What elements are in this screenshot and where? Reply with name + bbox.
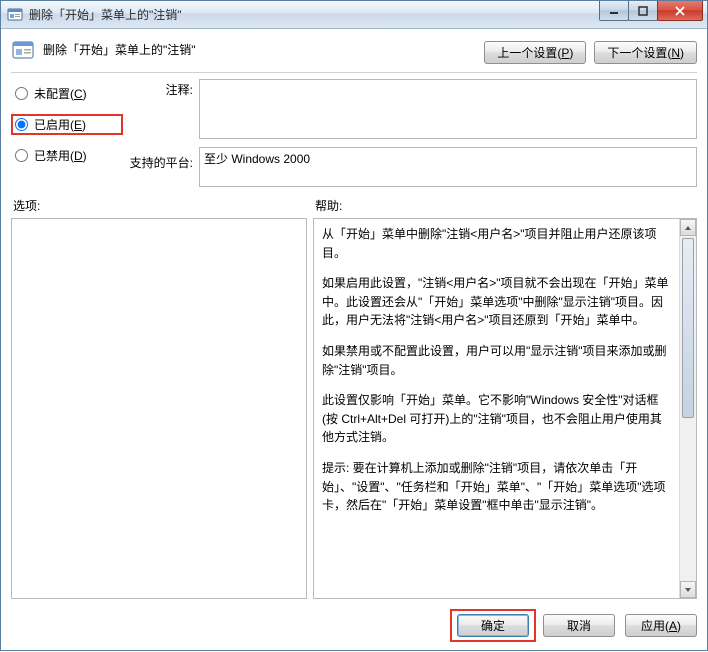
radio-not-configured[interactable]: 未配置(C) bbox=[11, 83, 123, 104]
radio-enabled-input[interactable] bbox=[15, 118, 28, 131]
next-setting-button[interactable]: 下一个设置(N) bbox=[594, 41, 697, 64]
footer: 确定 取消 应用(A) bbox=[11, 599, 697, 642]
help-paragraph: 此设置仅影响「开始」菜单。它不影响"Windows 安全性"对话框(按 Ctrl… bbox=[322, 391, 671, 447]
options-panel bbox=[11, 218, 307, 599]
radio-enabled-label: 已启用(E) bbox=[34, 116, 86, 133]
policy-name: 删除「开始」菜单上的"注销" bbox=[43, 37, 476, 58]
radio-enabled[interactable]: 已启用(E) bbox=[11, 114, 123, 135]
ok-button[interactable]: 确定 bbox=[457, 614, 529, 637]
apply-button[interactable]: 应用(A) bbox=[625, 614, 697, 637]
platform-label: 支持的平台: bbox=[130, 154, 193, 171]
help-paragraph: 如果启用此设置，"注销<用户名>"项目就不会出现在「开始」菜单中。此设置还会从"… bbox=[322, 274, 671, 330]
config-area: 未配置(C) 已启用(E) 已禁用(D) 注释: 支持的平台: 至少 Windo… bbox=[11, 79, 697, 187]
comment-label: 注释: bbox=[166, 81, 193, 98]
radio-disabled[interactable]: 已禁用(D) bbox=[11, 145, 123, 166]
maximize-button[interactable] bbox=[628, 1, 658, 21]
scrollbar[interactable] bbox=[679, 219, 696, 598]
help-paragraph: 提示: 要在计算机上添加或删除"注销"项目，请依次单击「开始」、"设置"、"任务… bbox=[322, 459, 671, 515]
help-label: 帮助: bbox=[309, 197, 697, 214]
titlebar: 删除「开始」菜单上的"注销" bbox=[1, 1, 707, 29]
comment-textarea[interactable] bbox=[199, 79, 697, 139]
scroll-thumb[interactable] bbox=[682, 238, 694, 418]
help-paragraph: 如果禁用或不配置此设置，用户可以用"显示注销"项目来添加或删除"注销"项目。 bbox=[322, 342, 671, 379]
divider bbox=[11, 72, 697, 73]
cancel-button[interactable]: 取消 bbox=[543, 614, 615, 637]
help-text: 从「开始」菜单中删除"注销<用户名>"项目并阻止用户还原该项目。如果启用此设置，… bbox=[314, 219, 679, 598]
minimize-button[interactable] bbox=[599, 1, 629, 21]
header-row: 删除「开始」菜单上的"注销" 上一个设置(P) 下一个设置(N) bbox=[11, 37, 697, 64]
app-icon bbox=[7, 7, 23, 23]
panels: 从「开始」菜单中删除"注销<用户名>"项目并阻止用户还原该项目。如果启用此设置，… bbox=[11, 218, 697, 599]
previous-setting-button[interactable]: 上一个设置(P) bbox=[484, 41, 586, 64]
help-panel: 从「开始」菜单中删除"注销<用户名>"项目并阻止用户还原该项目。如果启用此设置，… bbox=[313, 218, 697, 599]
scroll-down-button[interactable] bbox=[680, 581, 696, 598]
close-button[interactable] bbox=[657, 1, 703, 21]
scroll-up-button[interactable] bbox=[680, 219, 696, 236]
supported-platform-textarea: 至少 Windows 2000 bbox=[199, 147, 697, 187]
radio-disabled-input[interactable] bbox=[15, 149, 28, 162]
ok-highlight: 确定 bbox=[450, 609, 536, 642]
help-paragraph: 从「开始」菜单中删除"注销<用户名>"项目并阻止用户还原该项目。 bbox=[322, 225, 671, 262]
radio-not-configured-label: 未配置(C) bbox=[34, 85, 87, 102]
state-radio-group: 未配置(C) 已启用(E) 已禁用(D) bbox=[11, 79, 123, 187]
radio-disabled-label: 已禁用(D) bbox=[34, 147, 87, 164]
policy-icon bbox=[11, 39, 35, 63]
window-controls bbox=[600, 1, 703, 21]
scroll-track[interactable] bbox=[680, 419, 696, 581]
options-label: 选项: bbox=[11, 197, 309, 214]
radio-not-configured-input[interactable] bbox=[15, 87, 28, 100]
content-area: 删除「开始」菜单上的"注销" 上一个设置(P) 下一个设置(N) 未配置(C) … bbox=[1, 29, 707, 652]
